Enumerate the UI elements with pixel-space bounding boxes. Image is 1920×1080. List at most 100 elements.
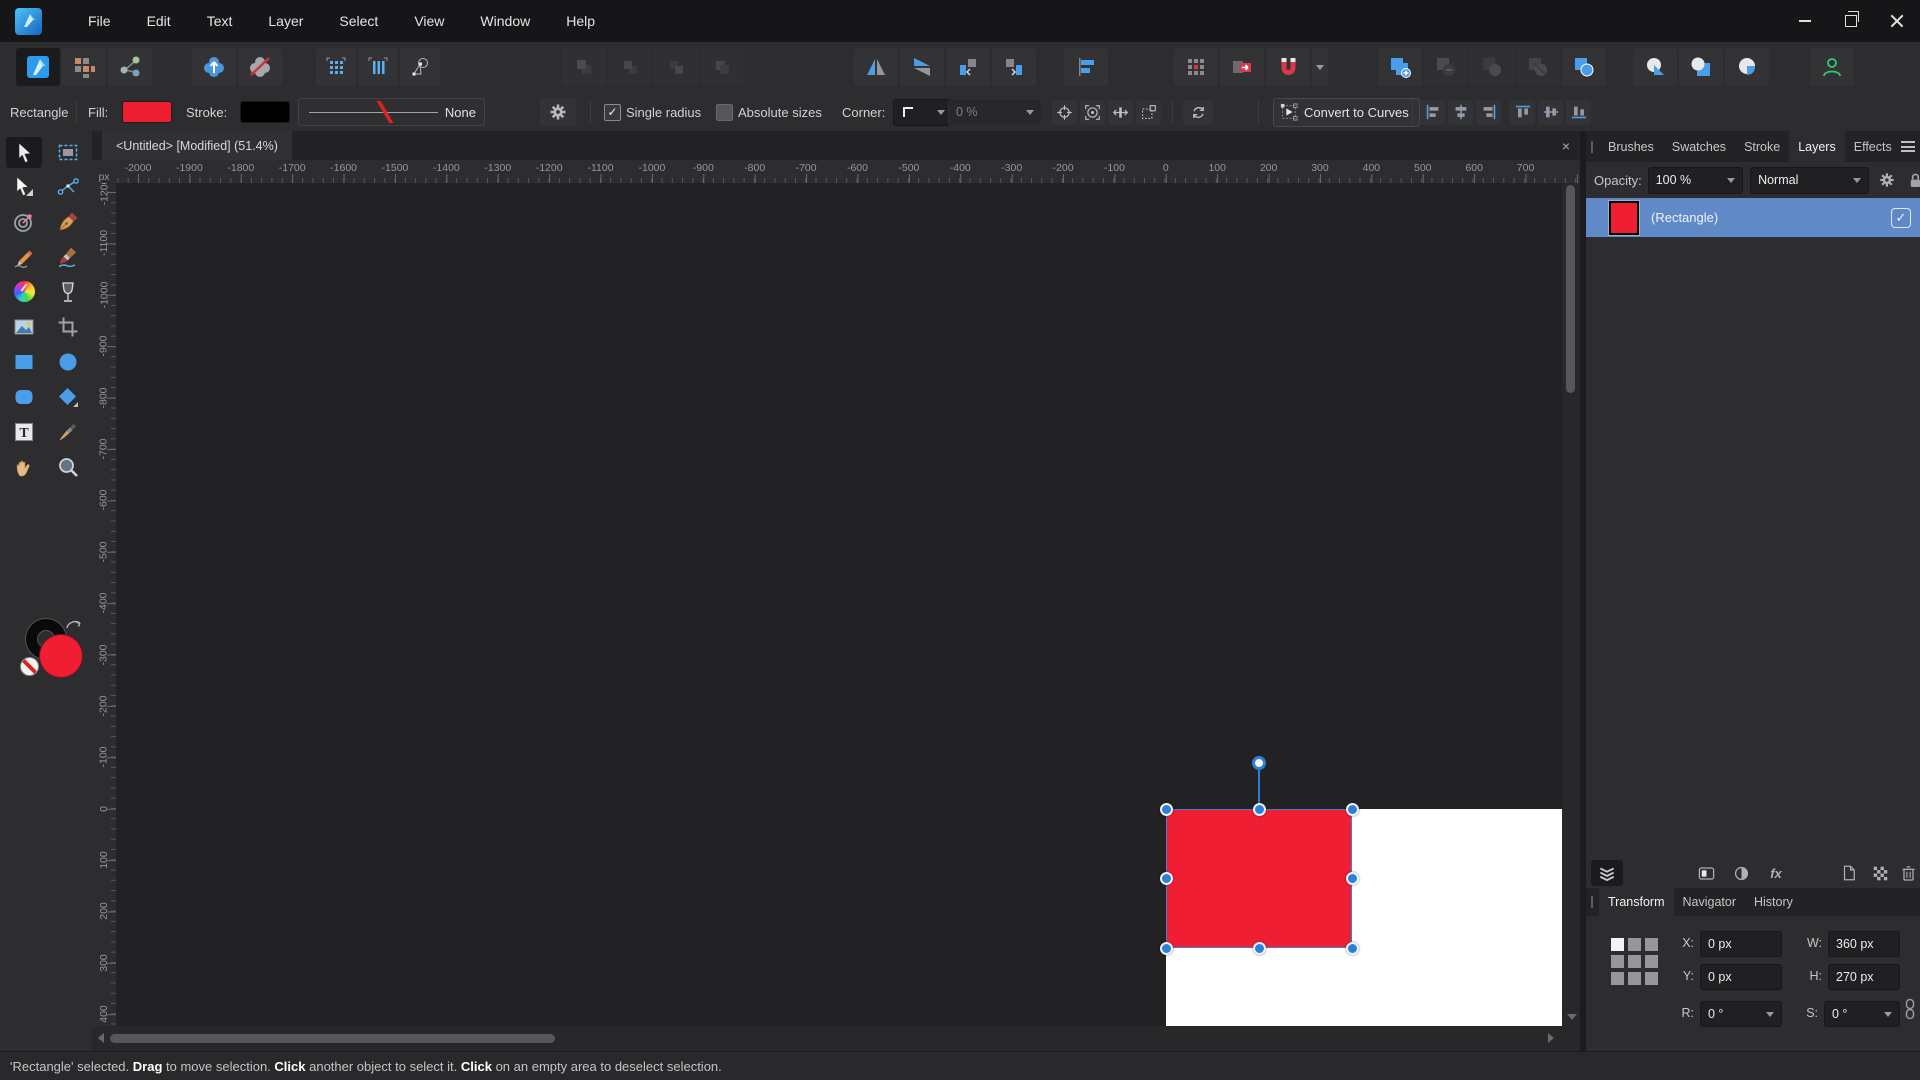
vertical-scrollbar[interactable]	[1562, 183, 1580, 1026]
insertion-target-button[interactable]	[1220, 48, 1264, 86]
anchor-cell[interactable]	[1611, 955, 1624, 968]
vector-crop-tool[interactable]	[50, 311, 86, 342]
anchor-cell[interactable]	[1611, 938, 1624, 951]
swap-colors-icon[interactable]	[64, 617, 84, 633]
style-up-button[interactable]	[192, 48, 236, 86]
anchor-cell[interactable]	[1628, 955, 1641, 968]
scroll-right-icon[interactable]	[1548, 1033, 1554, 1043]
pen-tool[interactable]	[50, 206, 86, 237]
anchor-cell[interactable]	[1628, 972, 1641, 985]
horizontal-scrollbar-thumb[interactable]	[110, 1034, 555, 1043]
fill-color-well[interactable]	[40, 635, 82, 677]
flip-vertical-button[interactable]	[900, 48, 944, 86]
ellipse-tool[interactable]	[50, 346, 86, 377]
adjustment-button[interactable]	[1725, 860, 1757, 886]
point-transform-mode-button[interactable]	[400, 48, 440, 86]
document-tab[interactable]: <Untitled> [Modified] (51.4%)	[102, 131, 292, 160]
boolean-intersect-button[interactable]	[1470, 48, 1514, 86]
anchor-cell[interactable]	[1645, 938, 1658, 951]
handle-bottom-center[interactable]	[1253, 942, 1266, 955]
anchor-cell[interactable]	[1645, 955, 1658, 968]
corner-radius-dropdown[interactable]: 0 %	[948, 99, 1042, 126]
vector-brush-tool[interactable]	[50, 241, 86, 272]
anchor-cell[interactable]	[1611, 972, 1624, 985]
convert-to-curves-button[interactable]: Convert to Curves	[1273, 98, 1420, 127]
y-field[interactable]: 0 px	[1700, 964, 1782, 990]
flip-horizontal-button[interactable]	[854, 48, 898, 86]
transform-origin-button[interactable]	[1174, 48, 1218, 86]
layer-effects-button[interactable]: fx	[1760, 860, 1792, 886]
panel-grip[interactable]	[1591, 896, 1593, 908]
order-front-button[interactable]	[562, 48, 606, 86]
color-picker-tool[interactable]	[50, 416, 86, 447]
handle-bottom-right[interactable]	[1346, 942, 1359, 955]
layer-settings-gear-icon[interactable]	[1878, 171, 1896, 189]
restore-button[interactable]	[1828, 0, 1874, 42]
align-right-button[interactable]	[1476, 100, 1501, 125]
delete-layer-button[interactable]	[1892, 860, 1920, 886]
rounded-rectangle-tool[interactable]	[6, 381, 42, 412]
vertical-scrollbar-thumb[interactable]	[1566, 185, 1575, 393]
node-tool[interactable]	[6, 171, 42, 202]
snapping-dropdown[interactable]	[1312, 48, 1328, 86]
layer-visibility-checkbox[interactable]: ✓	[1891, 208, 1911, 228]
handle-top-right[interactable]	[1346, 803, 1359, 816]
no-color-well[interactable]	[20, 657, 39, 676]
shapes-tool[interactable]	[50, 381, 86, 412]
transparency-tool[interactable]	[50, 276, 86, 307]
h-field[interactable]: 270 px	[1828, 964, 1900, 990]
tab-stroke[interactable]: Stroke	[1735, 131, 1789, 162]
canvas[interactable]	[116, 183, 1562, 1026]
designer-persona-button[interactable]	[16, 48, 60, 86]
view-close-button[interactable]: ×	[1562, 131, 1570, 160]
opacity-dropdown[interactable]: 100 %	[1648, 167, 1743, 194]
snapping-button[interactable]	[1266, 48, 1310, 86]
scroll-left-icon[interactable]	[98, 1033, 104, 1043]
tab-layers[interactable]: Layers	[1789, 131, 1845, 162]
boolean-add-button[interactable]	[1378, 48, 1422, 86]
x-field[interactable]: 0 px	[1700, 931, 1782, 957]
account-button[interactable]	[1810, 48, 1854, 86]
menu-item[interactable]: Text	[189, 0, 251, 42]
pixel-persona-button[interactable]	[62, 48, 106, 86]
show-rotation-center-button[interactable]	[1052, 100, 1077, 125]
artboard-tool[interactable]	[50, 137, 86, 168]
handle-top-center[interactable]	[1253, 803, 1266, 816]
order-backward-button[interactable]	[654, 48, 698, 86]
align-left-button[interactable]	[1420, 100, 1445, 125]
w-field[interactable]: 360 px	[1828, 931, 1900, 957]
geometry-a-button[interactable]	[1633, 48, 1677, 86]
blend-mode-dropdown[interactable]: Normal	[1750, 167, 1869, 194]
fill-color-swatch[interactable]	[122, 101, 172, 123]
stroke-style-selector[interactable]: None	[298, 98, 485, 126]
rectangle-tool[interactable]	[6, 346, 42, 377]
place-image-tool[interactable]	[6, 311, 42, 342]
point-transform-tool[interactable]	[50, 171, 86, 202]
tab-navigator[interactable]: Navigator	[1674, 888, 1746, 916]
anchor-cell[interactable]	[1628, 938, 1641, 951]
menu-item[interactable]: Layer	[250, 0, 321, 42]
corner-type-dropdown[interactable]	[893, 99, 953, 126]
new-layer-button[interactable]	[1833, 860, 1865, 886]
lock-icon[interactable]	[1908, 172, 1920, 189]
handle-middle-right[interactable]	[1346, 872, 1359, 885]
tab-brushes[interactable]: Brushes	[1599, 131, 1663, 162]
order-back-button[interactable]	[700, 48, 744, 86]
rotation-handle[interactable]	[1252, 756, 1266, 770]
pencil-tool[interactable]	[6, 241, 42, 272]
boolean-combine-button[interactable]	[1562, 48, 1606, 86]
mirror-handles-button[interactable]	[1108, 100, 1133, 125]
fill-tool[interactable]	[6, 276, 42, 307]
panel-menu-icon[interactable]	[1901, 141, 1915, 152]
anchor-cell[interactable]	[1645, 972, 1658, 985]
menu-item[interactable]: Select	[321, 0, 396, 42]
style-off-button[interactable]	[238, 48, 282, 86]
selected-rectangle-object[interactable]	[1166, 809, 1352, 948]
close-button[interactable]	[1874, 0, 1920, 42]
horizontal-scrollbar[interactable]	[92, 1026, 1580, 1051]
tab-swatches[interactable]: Swatches	[1663, 131, 1735, 162]
alignment-button[interactable]	[1064, 48, 1108, 86]
snap-column-button[interactable]	[358, 48, 398, 86]
rotation-dropdown[interactable]: 0 °	[1700, 1001, 1782, 1027]
layers-stack-button[interactable]	[1591, 860, 1623, 886]
